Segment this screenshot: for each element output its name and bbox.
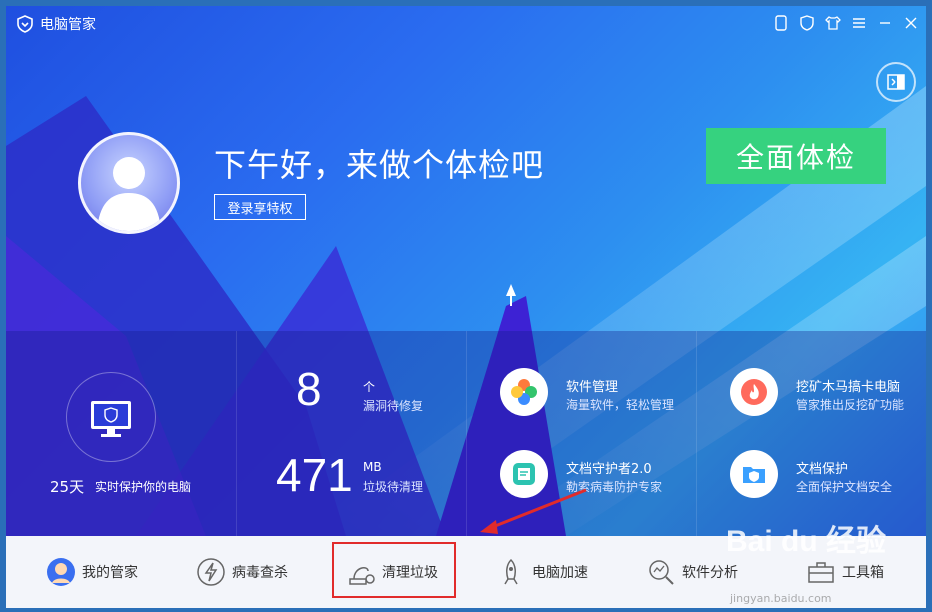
rocket-icon [496,557,526,587]
nav-virus-scan[interactable]: 病毒查杀 [196,536,288,608]
butler-avatar-icon [46,557,76,587]
baidu-watermark: Bai du 经验 [726,525,887,558]
baidu-watermark-url: jingyan.baidu.com [730,592,832,605]
toolbox-icon [806,557,836,587]
nav-label: 电脑加速 [532,565,588,581]
nav-label: 我的管家 [82,565,138,581]
nav-my-manager[interactable]: 我的管家 [46,536,138,608]
annotation-highlight-box [332,542,456,598]
nav-label: 工具箱 [842,565,884,581]
nav-software-analysis[interactable]: 软件分析 [646,536,738,608]
nav-label: 病毒查杀 [232,565,288,581]
nav-speedup[interactable]: 电脑加速 [496,536,588,608]
app-window: 电脑管家 下午好，来做个体检吧 登录享特权 全面体检 25天 实时保护你的电脑 … [6,6,926,608]
nav-label: 软件分析 [682,565,738,581]
lightning-shield-icon [196,557,226,587]
magnifier-chart-icon [646,557,676,587]
